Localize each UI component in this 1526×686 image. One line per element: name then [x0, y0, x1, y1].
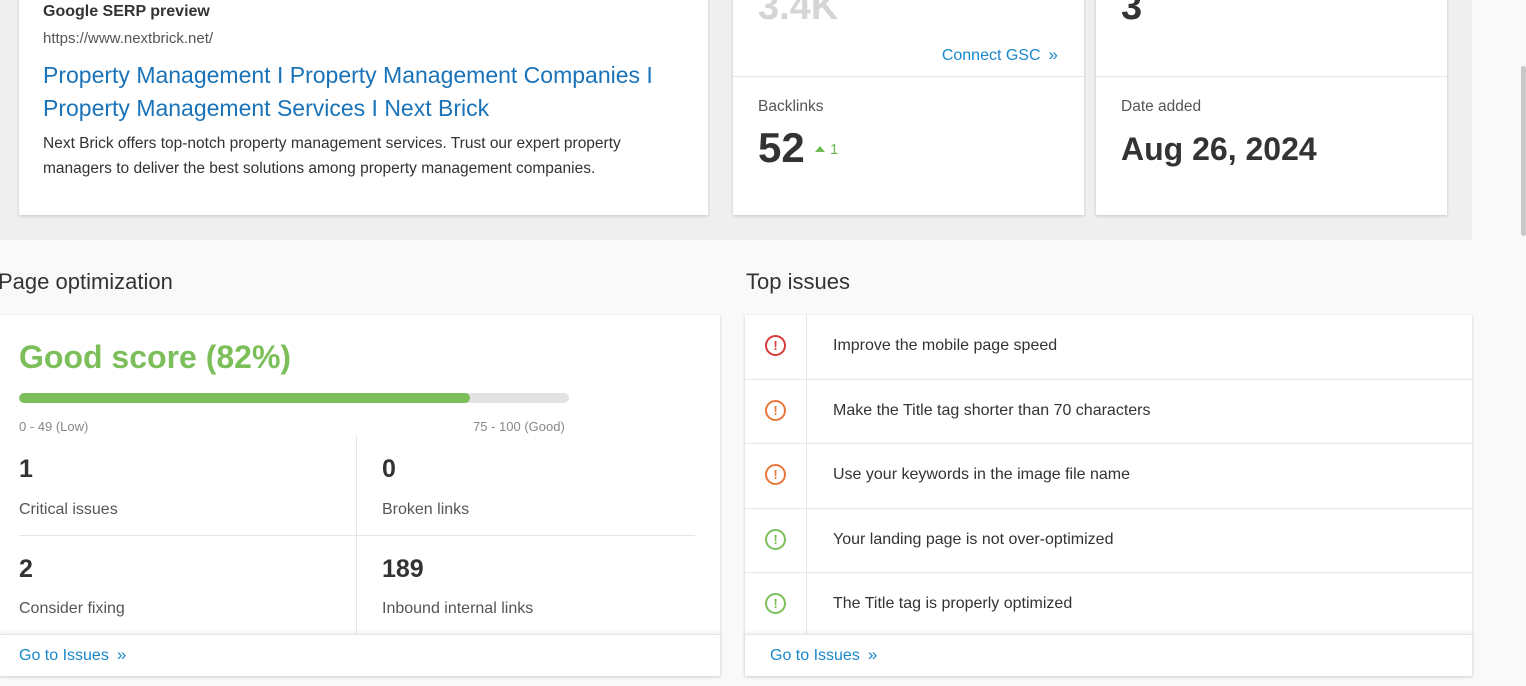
score-progress-fill — [19, 393, 470, 403]
keywords-date-card: 3 Date added Aug 26, 2024 — [1096, 0, 1447, 215]
page-scrollbar[interactable] — [1521, 66, 1526, 236]
page-optimization-card: Good score (82%) 0 - 49 (Low) 75 - 100 (… — [0, 315, 720, 676]
connect-gsc-link[interactable]: Connect GSC » — [942, 45, 1058, 65]
exclamation-circle-icon: ! — [765, 528, 786, 550]
issue-text: Your landing page is not over-optimized — [833, 530, 1114, 548]
serp-preview-heading: Google SERP preview — [43, 3, 210, 20]
critical-issues-label: Critical issues — [19, 501, 118, 518]
card-footer: Go to Issues » — [0, 634, 720, 676]
connect-gsc-label: Connect GSC — [941, 47, 1041, 64]
issue-icon-cell: ! — [745, 573, 807, 637]
top-issues-heading: Top issues — [746, 269, 850, 294]
exclamation-circle-icon: ! — [765, 335, 786, 356]
score-progress-bar — [19, 393, 569, 403]
chevron-right-icon: » — [116, 645, 127, 664]
issue-text: The Title tag is properly optimized — [833, 595, 1073, 612]
page-optimization-heading: Page optimization — [0, 269, 173, 294]
go-to-issues-link[interactable]: Go to Issues » — [19, 645, 126, 665]
backlinks-value: 52 — [758, 124, 805, 171]
consider-fixing-count: 2 — [19, 555, 33, 583]
serp-url: https://www.nextbrick.net/ — [43, 30, 214, 47]
traffic-value: 3.4K — [758, 0, 839, 28]
date-added-value: Aug 26, 2024 — [1121, 131, 1317, 167]
go-to-issues-label: Go to Issues — [19, 647, 109, 664]
issue-icon-cell: ! — [745, 444, 807, 508]
issue-icon-cell: ! — [745, 379, 807, 443]
backlinks-delta-value: 1 — [830, 141, 839, 158]
exclamation-circle-icon: ! — [765, 593, 786, 614]
issue-icon-cell: ! — [745, 315, 807, 379]
consider-fixing-label: Consider fixing — [19, 600, 125, 617]
score-text: Good score (82%) — [19, 339, 292, 375]
top-issues-card: ! Improve the mobile page speed! Make the … — [745, 315, 1472, 676]
range-good-label: 75 - 100 (Good) — [473, 419, 565, 434]
exclamation-circle-icon: ! — [765, 399, 786, 421]
inbound-internal-links-count: 189 — [382, 555, 424, 583]
issue-row[interactable]: ! Your landing page is not over-optimized — [745, 508, 1472, 573]
divider — [19, 535, 695, 536]
issue-text: Improve the mobile page speed — [833, 337, 1058, 354]
chevron-right-icon: » — [1048, 45, 1058, 64]
range-low-label: 0 - 49 (Low) — [19, 419, 89, 434]
exclamation-circle-icon: ! — [765, 464, 786, 485]
issue-row[interactable]: ! The Title tag is properly optimized — [745, 573, 1472, 638]
issue-row[interactable]: ! Improve the mobile page speed — [745, 315, 1472, 380]
serp-title-link[interactable]: Property Management I Property Managemen… — [43, 59, 683, 125]
issue-text: Use your keywords in the image file name — [833, 466, 1131, 483]
critical-issues-count: 1 — [19, 455, 33, 483]
divider — [1096, 76, 1447, 77]
issue-icon-cell: ! — [745, 508, 807, 572]
date-added-label: Date added — [1121, 98, 1202, 115]
issue-text: Make the Title tag shorter than 70 chara… — [833, 401, 1151, 419]
issue-row[interactable]: ! Use your keywords in the image file nam… — [745, 444, 1472, 509]
arrow-up-icon — [815, 146, 825, 152]
backlinks-delta: 1 — [815, 141, 838, 158]
backlinks-label: Backlinks — [758, 98, 824, 115]
card-footer: Go to Issues » — [745, 634, 1472, 676]
chevron-right-icon: » — [867, 645, 878, 664]
broken-links-count: 0 — [382, 455, 396, 483]
divider — [733, 76, 1084, 77]
broken-links-label: Broken links — [382, 501, 470, 518]
issue-row[interactable]: ! Make the Title tag shorter than 70 char… — [745, 379, 1472, 444]
go-to-issues-label: Go to Issues — [770, 647, 860, 664]
serp-preview-card: Google SERP preview https://www.nextbric… — [19, 0, 708, 215]
go-to-issues-link[interactable]: Go to Issues » — [770, 645, 877, 665]
keywords-value: 3 — [1121, 0, 1143, 28]
serp-description: Next Brick offers top-notch property man… — [43, 135, 621, 177]
traffic-backlinks-card: 3.4K Connect GSC » Backlinks 52 1 — [733, 0, 1084, 215]
inbound-internal-links-label: Inbound internal links — [382, 600, 534, 617]
